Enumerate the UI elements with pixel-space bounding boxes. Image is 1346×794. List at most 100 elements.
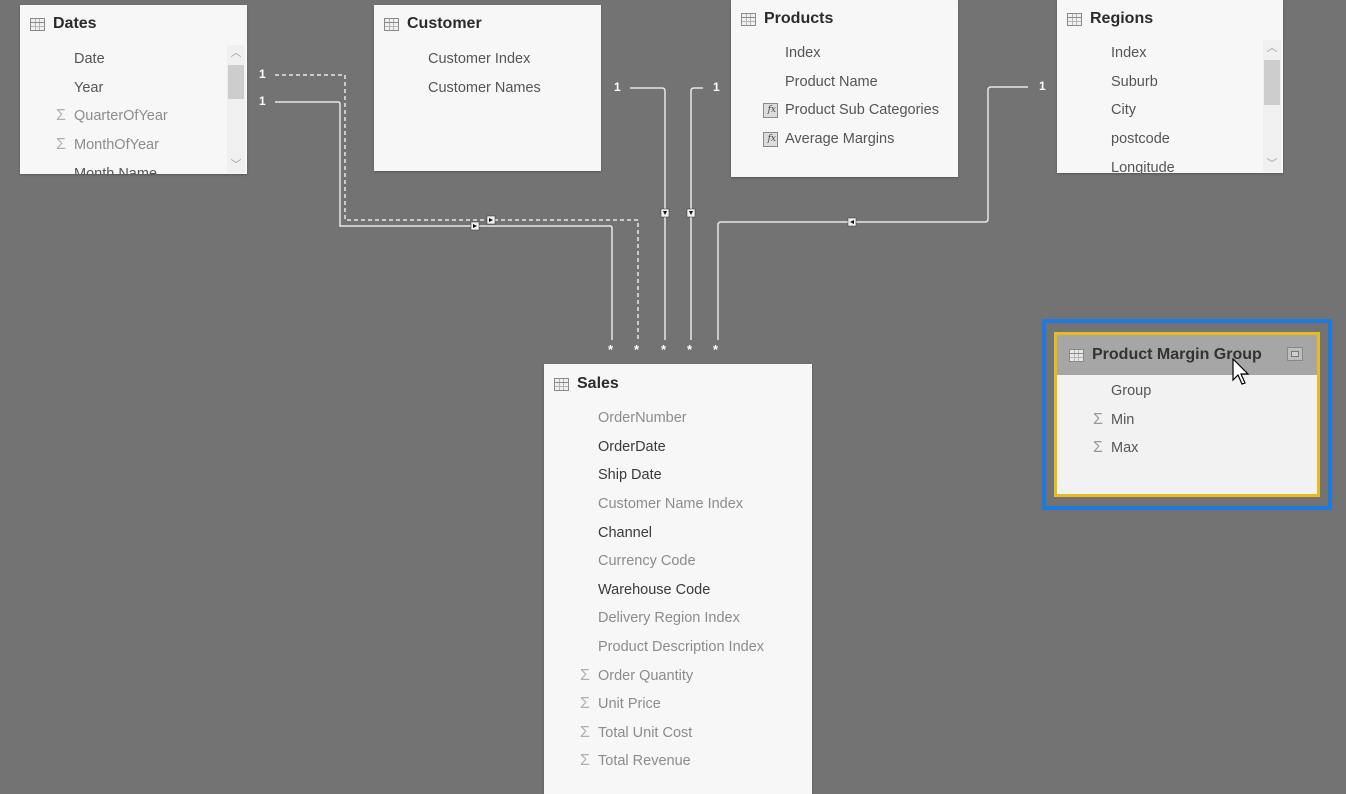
field-item[interactable]: Customer Names	[374, 74, 601, 103]
field-name: Order Quantity	[598, 667, 694, 684]
field-item[interactable]: Σ MonthOfYear	[20, 131, 247, 160]
field-item[interactable]: Customer Name Index	[544, 490, 812, 519]
table-icon	[741, 12, 756, 26]
field-item[interactable]: Suburb	[1057, 68, 1283, 97]
chevron-down-icon[interactable]: ﹀	[1263, 156, 1281, 172]
table-header[interactable]: Dates	[20, 5, 247, 43]
field-item[interactable]: Group	[1057, 377, 1317, 406]
field-item[interactable]: Currency Code	[544, 547, 812, 576]
field-name: OrderDate	[598, 438, 666, 455]
table-icon	[1069, 348, 1084, 362]
scrollbar[interactable]: ︿ ﹀	[1263, 40, 1281, 172]
filter-direction-markers	[470, 208, 857, 231]
field-name: Ship Date	[598, 467, 662, 484]
field-item[interactable]: Σ Min	[1057, 406, 1317, 435]
table-header[interactable]: Customer	[374, 5, 601, 43]
field-item[interactable]: Index	[1057, 39, 1283, 68]
field-item[interactable]: City	[1057, 96, 1283, 125]
field-list: Index Product Name fx Product Sub Categor…	[731, 39, 958, 153]
field-name: QuarterOfYear	[74, 108, 168, 125]
field-item[interactable]: Σ Total Unit Cost	[544, 719, 812, 748]
sigma-icon: Σ	[56, 107, 66, 125]
mouse-pointer-icon	[1232, 358, 1250, 385]
table-card-sales[interactable]: Sales OrderNumber OrderDate Ship Date Cu…	[544, 364, 812, 794]
relationship-canvas[interactable]: 1 1 1 1 1 * * * * * Dates Date Year Σ Qua…	[0, 0, 1346, 794]
table-header[interactable]: Sales	[544, 364, 812, 404]
field-item[interactable]: Longitude	[1057, 153, 1283, 173]
field-item[interactable]: Index	[731, 39, 958, 68]
field-item[interactable]: Product Name	[731, 68, 958, 97]
field-item[interactable]: Ship Date	[544, 461, 812, 490]
field-item[interactable]: Customer Index	[374, 45, 601, 74]
scrollbar-thumb[interactable]	[228, 65, 244, 99]
field-item[interactable]: Product Description Index	[544, 633, 812, 662]
field-name: Longitude	[1111, 159, 1175, 173]
cardinality-one-label: 1	[259, 94, 266, 108]
table-card-customer[interactable]: Customer Customer Index Customer Names	[374, 5, 601, 171]
field-name: City	[1111, 102, 1136, 119]
table-icon	[384, 17, 399, 31]
field-name: Suburb	[1111, 73, 1158, 90]
field-item[interactable]: Σ Total Revenue	[544, 747, 812, 776]
table-card-regions[interactable]: Regions Index Suburb City postcode Longi…	[1057, 0, 1283, 173]
field-item[interactable]: Σ Unit Price	[544, 690, 812, 719]
table-title: Products	[764, 10, 834, 27]
field-name: Channel	[598, 524, 653, 541]
field-name: Year	[74, 79, 104, 96]
scrollbar[interactable]: ︿ ﹀	[227, 45, 245, 173]
table-card-dates[interactable]: Dates Date Year Σ QuarterOfYear Σ MonthOfY…	[20, 5, 247, 174]
field-name: Index	[785, 45, 821, 62]
field-item[interactable]: Year	[20, 74, 247, 103]
cardinality-many-label: *	[687, 342, 693, 357]
field-item[interactable]: Delivery Region Index	[544, 604, 812, 633]
field-name: Delivery Region Index	[598, 610, 740, 627]
table-card-product-margin-group[interactable]: Product Margin Group Group Σ Min Σ Max	[1054, 332, 1320, 497]
sigma-icon: Σ	[56, 136, 66, 154]
field-item[interactable]: fx Average Margins	[731, 125, 958, 154]
field-item[interactable]: Warehouse Code	[544, 576, 812, 605]
field-list: OrderNumber OrderDate Ship Date Customer…	[544, 404, 812, 776]
cardinality-one-label: 1	[614, 80, 621, 94]
field-name: Product Description Index	[598, 639, 765, 656]
field-list: Customer Index Customer Names	[374, 45, 601, 102]
table-icon	[554, 377, 569, 391]
field-name: Product Name	[785, 73, 878, 90]
chevron-up-icon[interactable]: ︿	[1263, 40, 1281, 56]
collapse-button[interactable]	[1287, 347, 1303, 361]
field-item[interactable]: OrderDate	[544, 433, 812, 462]
cardinality-many-label: *	[634, 342, 640, 357]
chevron-down-icon[interactable]: ﹀	[227, 157, 245, 173]
field-item[interactable]: Σ Max	[1057, 434, 1317, 463]
table-header[interactable]: Regions	[1057, 0, 1283, 38]
field-item[interactable]: Month Name	[20, 159, 247, 174]
field-name: Unit Price	[598, 696, 661, 713]
table-card-products[interactable]: Products Index Product Name fx Product Su…	[731, 0, 958, 177]
sigma-icon: Σ	[1093, 410, 1103, 428]
field-item[interactable]: Date	[20, 45, 247, 74]
field-name: Customer Names	[428, 79, 541, 96]
field-item[interactable]: postcode	[1057, 125, 1283, 154]
cardinality-many-label: *	[661, 342, 667, 357]
scrollbar-thumb[interactable]	[1264, 60, 1280, 105]
field-item[interactable]: fx Product Sub Categories	[731, 96, 958, 125]
field-name: Date	[74, 51, 105, 68]
chevron-up-icon[interactable]: ︿	[227, 45, 245, 61]
relationship-products-sales	[690, 87, 703, 340]
sigma-icon: Σ	[580, 695, 590, 713]
table-icon	[1067, 12, 1082, 26]
field-name: MonthOfYear	[74, 137, 159, 154]
field-name: Min	[1111, 411, 1135, 428]
field-name: Customer Name Index	[598, 496, 744, 513]
field-item[interactable]: Channel	[544, 518, 812, 547]
field-name: Total Revenue	[598, 753, 691, 770]
field-name: Month Name	[74, 165, 158, 174]
cardinality-many-label: *	[713, 342, 719, 357]
cardinality-one-label: 1	[259, 67, 266, 81]
field-item[interactable]: Σ QuarterOfYear	[20, 102, 247, 131]
field-item[interactable]: Σ Order Quantity	[544, 661, 812, 690]
field-list: Date Year Σ QuarterOfYear Σ MonthOfYear Mo…	[20, 45, 247, 174]
field-item[interactable]: OrderNumber	[544, 404, 812, 433]
table-header[interactable]: Product Margin Group	[1057, 335, 1317, 375]
table-header[interactable]: Products	[731, 0, 958, 38]
sigma-icon: Σ	[1093, 439, 1103, 457]
